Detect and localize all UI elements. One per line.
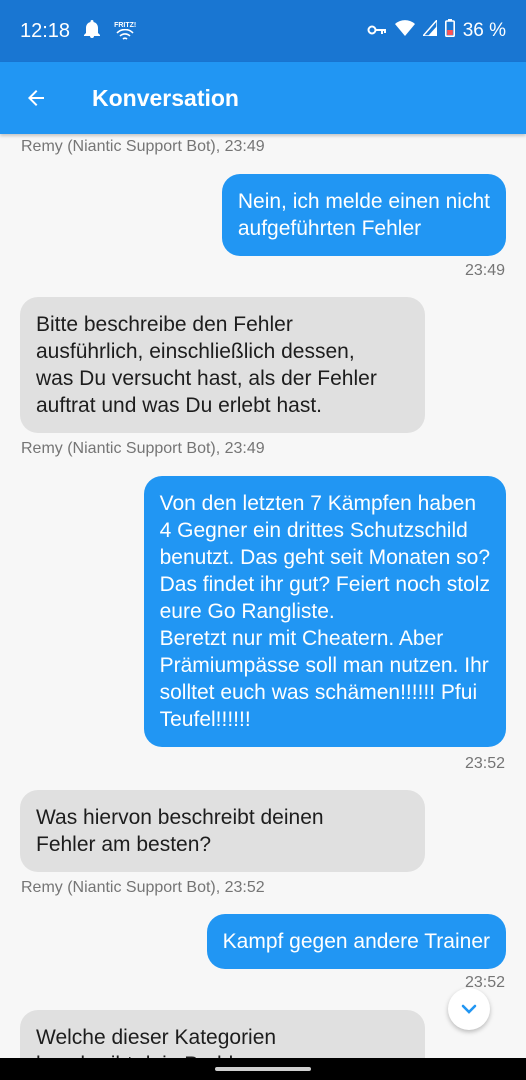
bot-message-bubble: Welche dieser Kategorien beschreibt dein… — [20, 1010, 425, 1058]
user-message-bubble: Von den letzten 7 Kämpfen haben 4 Gegner… — [143, 476, 506, 747]
status-bar: 12:18 FRITZ! 36 % — [0, 0, 526, 62]
sender-meta: Remy (Niantic Support Bot), 23:49 — [21, 138, 265, 155]
user-message-bubble: Kampf gegen andere Trainer — [206, 914, 506, 969]
bot-message-bubble: Bitte beschreibe den Fehler ausführlich,… — [20, 297, 425, 433]
sender-meta: Remy (Niantic Support Bot), 23:52 — [21, 879, 265, 896]
conversation-list[interactable]: Remy (Niantic Support Bot), 23:49 Nein, … — [0, 134, 526, 1058]
chevron-down-icon — [461, 1004, 477, 1014]
battery-icon — [444, 19, 455, 43]
notification-bell-icon — [84, 19, 101, 43]
battery-percent: 36 % — [462, 20, 506, 41]
page-title: Konversation — [92, 84, 239, 111]
bot-message-bubble: Was hiervon beschreibt deinen Fehler am … — [20, 790, 425, 872]
sender-meta: Remy (Niantic Support Bot), 23:49 — [21, 440, 265, 457]
back-button[interactable] — [0, 62, 72, 134]
navigation-bar — [0, 1058, 526, 1080]
app-bar: Konversation — [0, 62, 526, 134]
status-time: 12:18 — [20, 19, 71, 42]
arrow-left-icon — [28, 90, 44, 106]
user-message-bubble: Nein, ich melde einen nicht aufgeführten… — [221, 174, 506, 256]
scroll-down-button[interactable] — [448, 988, 490, 1030]
timestamp: 23:49 — [464, 262, 505, 279]
fritz-wifi-icon: FRITZ! — [114, 22, 136, 41]
timestamp: 23:52 — [464, 755, 505, 772]
fritz-label: FRITZ! — [114, 21, 137, 29]
home-gesture-pill[interactable] — [215, 1067, 311, 1071]
cell-signal-icon — [421, 18, 438, 42]
wifi-icon — [394, 20, 415, 42]
vpn-key-icon — [367, 20, 387, 42]
